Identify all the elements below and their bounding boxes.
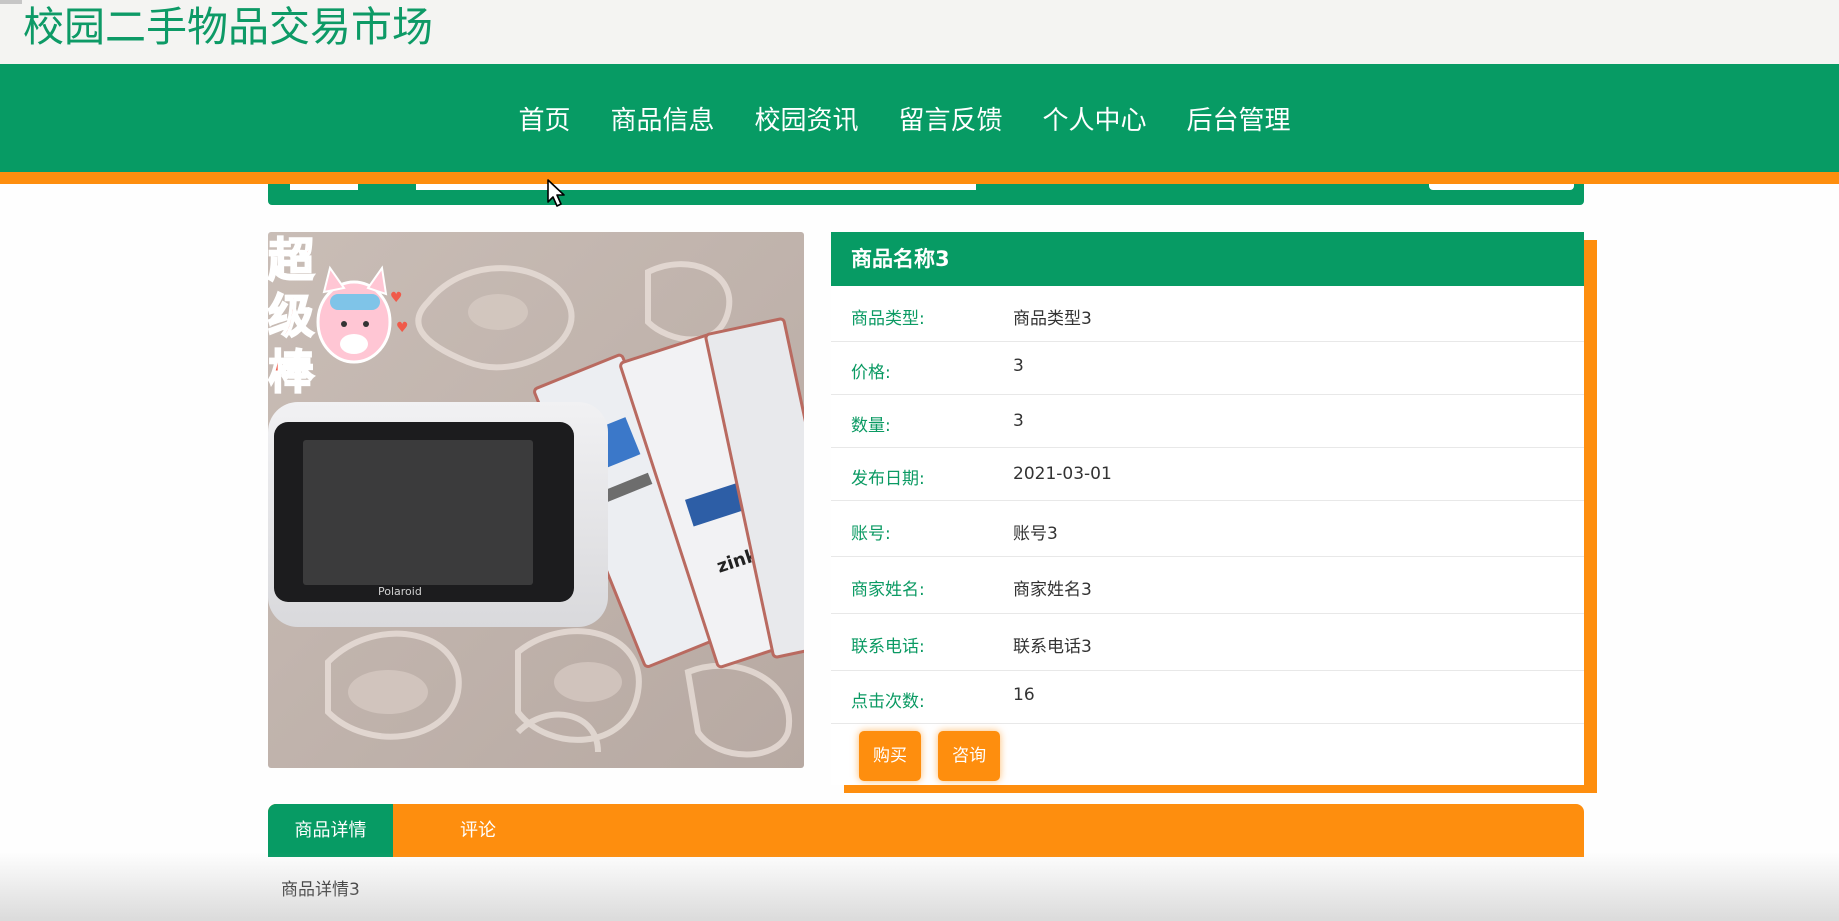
tab-product-details[interactable]: 商品详情 xyxy=(268,804,393,857)
field-value-quantity: 3 xyxy=(1013,411,1024,431)
nav-accent-stripe xyxy=(0,172,1839,184)
field-label-phone: 联系电话: xyxy=(851,637,925,657)
corner-mark xyxy=(0,0,22,4)
field-label-quantity: 数量: xyxy=(851,416,891,436)
search-category-select[interactable] xyxy=(290,184,358,190)
field-row-type: 商品类型: 商品类型3 xyxy=(831,286,1584,342)
nav-item-feedback[interactable]: 留言反馈 xyxy=(899,100,1003,137)
action-buttons: 购买 咨询 xyxy=(859,731,1012,781)
field-value-merchant: 商家姓名3 xyxy=(1013,580,1092,600)
search-button[interactable] xyxy=(1429,184,1574,190)
field-row-date: 发布日期: 2021-03-01 xyxy=(831,448,1584,501)
nav-item-home[interactable]: 首页 xyxy=(518,100,570,137)
field-label-merchant: 商家姓名: xyxy=(851,580,925,600)
field-label-account: 账号: xyxy=(851,524,891,544)
field-label-price: 价格: xyxy=(851,363,891,383)
main-nav: 首页 商品信息 校园资讯 留言反馈 个人中心 后台管理 xyxy=(0,64,1839,172)
bottom-fade-overlay xyxy=(0,852,1839,921)
field-label-date: 发布日期: xyxy=(851,469,925,489)
search-bar xyxy=(268,184,1584,205)
tab-content-text: 商品详情3 xyxy=(281,880,360,900)
field-row-account: 账号: 账号3 xyxy=(831,501,1584,557)
field-label-type: 商品类型: xyxy=(851,309,925,329)
site-title: 校园二手物品交易市场 xyxy=(23,3,433,51)
field-value-clicks: 16 xyxy=(1013,685,1035,705)
field-row-phone: 联系电话: 联系电话3 xyxy=(831,614,1584,671)
svg-text:♥: ♥ xyxy=(390,290,403,306)
svg-text:♥: ♥ xyxy=(396,320,409,336)
field-row-price: 价格: 3 xyxy=(831,342,1584,395)
product-photo-image: zink Polaroid 超 级 棒 ♥ ♥ xyxy=(268,232,804,768)
field-value-phone: 联系电话3 xyxy=(1013,637,1092,657)
field-value-type: 商品类型3 xyxy=(1013,309,1092,329)
inquire-button[interactable]: 咨询 xyxy=(938,731,1001,781)
nav-item-admin[interactable]: 后台管理 xyxy=(1187,100,1291,137)
field-value-price: 3 xyxy=(1013,356,1024,376)
site-header: 校园二手物品交易市场 xyxy=(0,0,1839,64)
product-detail-card: 商品名称3 商品类型: 商品类型3 价格: 3 数量: 3 发布日期: 2021… xyxy=(831,232,1584,785)
product-photo: zink Polaroid 超 级 棒 ♥ ♥ xyxy=(268,232,804,768)
nav-item-profile[interactable]: 个人中心 xyxy=(1043,100,1147,137)
search-input[interactable] xyxy=(416,184,976,190)
main-nav-bar: 首页 商品信息 校园资讯 留言反馈 个人中心 后台管理 xyxy=(0,64,1839,172)
nav-item-news[interactable]: 校园资讯 xyxy=(754,100,858,137)
field-value-account: 账号3 xyxy=(1013,524,1058,544)
field-label-clicks: 点击次数: xyxy=(851,692,925,712)
field-value-date: 2021-03-01 xyxy=(1013,464,1112,484)
mouse-cursor-icon xyxy=(547,179,565,207)
nav-item-products[interactable]: 商品信息 xyxy=(610,100,714,137)
sticker-char-2: 级 xyxy=(268,289,314,343)
detail-tabs: 商品详情 评论 xyxy=(268,804,1584,857)
buy-button[interactable]: 购买 xyxy=(859,731,921,781)
device-brand: Polaroid xyxy=(378,585,422,598)
sticker-char-3: 棒 xyxy=(268,345,315,399)
field-row-clicks: 点击次数: 16 xyxy=(831,671,1584,724)
sticker-char-1: 超 xyxy=(268,233,315,287)
field-row-merchant: 商家姓名: 商家姓名3 xyxy=(831,557,1584,614)
product-name: 商品名称3 xyxy=(831,232,1584,286)
field-row-quantity: 数量: 3 xyxy=(831,395,1584,448)
tab-comments[interactable]: 评论 xyxy=(438,804,518,857)
